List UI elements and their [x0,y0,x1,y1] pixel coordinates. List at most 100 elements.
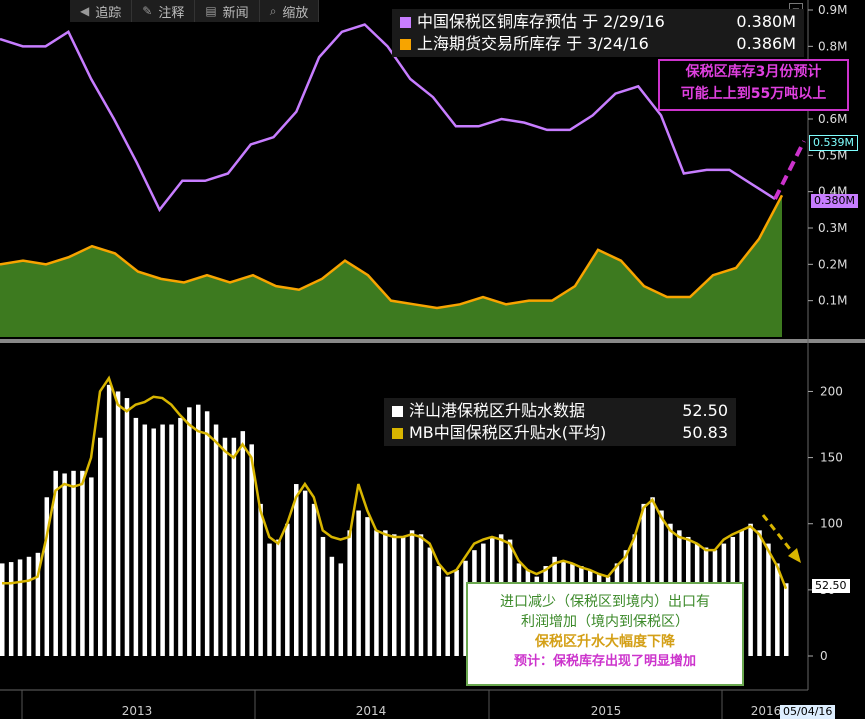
toolbar-news-label: 新闻 [222,5,249,21]
shfe-area [0,195,782,337]
premium-bar [320,536,326,656]
premium-bar [329,556,335,656]
callout-line: 利润增加（境内到保税区） [521,614,689,630]
y-tick-label: 0.9M [818,3,847,17]
premium-bar [106,384,112,656]
legend-swatch-gold [392,427,403,439]
y-tick-label: 100 [820,517,843,531]
premium-bar [231,437,237,656]
premium-bar [240,431,246,656]
premium-bar [775,563,780,656]
premium-bar [784,583,789,656]
premium-bar [365,517,370,656]
premium-bar [356,510,361,656]
premium-bar [89,477,94,656]
premium-bar [392,534,397,656]
premium-bar [445,576,450,656]
top-legend: 中国保税区铜库存预估 于 2/29/16 0.380M 上海期货交易所库存 于 3… [392,9,804,57]
premium-bar [160,424,165,656]
y-tick-label: 150 [820,451,843,465]
premium-bar [757,530,762,656]
premium-bar [249,444,254,656]
premium-bar [204,411,210,656]
y-tick-label: 0.3M [818,221,847,235]
legend-swatch-purple [400,16,411,28]
premium-bar [187,407,192,656]
toolbar: ◀ 追踪 ✎ 注释 ▤ 新闻 ⌕ 缩放 [70,0,320,22]
premium-bar [276,539,281,656]
y-tick-label: 0.6M [818,112,847,126]
premium-bar [454,570,459,656]
legend-label: 中国保税区铜库存预估 于 2/29/16 [417,12,665,31]
premium-value-tag: 52.50 [812,579,850,593]
legend-value: 0.386M [736,34,796,53]
premium-bar [8,562,14,656]
x-tick-label: 2013 [122,704,153,718]
premium-bar [383,530,388,656]
callout-line: 保税区库存3月份预计 [685,64,822,80]
premium-bar [427,547,433,656]
premium-bar [169,424,174,656]
premium-bar [267,543,272,656]
toolbar-zoom-label: 缩放 [282,5,309,21]
annotate-icon: ✎ [142,4,153,18]
legend-value: 50.83 [682,423,728,442]
premium-bar [124,398,130,656]
back-icon: ◀ [80,4,90,18]
legend-swatch-white [392,405,403,417]
premium-bar [311,503,317,656]
premium-bar [178,417,183,656]
legend-swatch-orange [400,38,411,50]
premium-bar [294,484,299,656]
premium-bar [80,470,85,656]
toolbar-annotate-label: 注释 [158,5,185,21]
premium-bar [285,523,290,656]
y-tick-label: 0.2M [818,257,847,271]
x-tick-label: 2016 [751,704,782,718]
toolbar-news-button[interactable]: ▤ 新闻 [195,0,260,22]
zoom-icon: ⌕ [269,3,277,18]
callout-line: 预计：保税库存出现了明显增加 [513,654,696,669]
bottom-legend-row-2: MB中国保税区升贴水(平均) 50.83 [392,422,728,444]
toolbar-back-button[interactable]: ◀ 追踪 [70,0,133,22]
forecast-callout: 保税区库存3月份预计 可能上上到55万吨以上 [658,59,849,111]
premium-bar [347,530,352,656]
legend-label: 洋山港保税区升贴水数据 [409,401,586,420]
legend-label: MB中国保税区升贴水(平均) [409,423,607,442]
premium-bar [409,530,415,656]
premium-bar [222,437,228,656]
callout-line: 进口减少（保税区到境内）出口有 [500,594,710,610]
toolbar-back-label: 追踪 [95,5,122,21]
legend-label: 上海期货交易所库存 于 3/24/16 [417,34,649,53]
down-arrow-head [788,548,801,563]
premium-bar [17,559,23,656]
top-legend-row-1: 中国保税区铜库存预估 于 2/29/16 0.380M [400,11,796,33]
premium-bar [766,543,771,656]
premium-bar [400,536,406,656]
forecast-dashed-line [773,140,806,200]
premium-bar [26,556,32,656]
y-tick-label: 0.8M [818,39,847,53]
x-tick-label: 2015 [591,704,622,718]
x-tick-label: 2014 [356,704,387,718]
y-tick-label: 200 [820,384,843,398]
premium-bar [71,470,76,656]
toolbar-annotate-button[interactable]: ✎ 注释 [132,0,196,22]
premium-bar [196,404,201,656]
panel-divider [0,339,865,343]
bottom-legend: 洋山港保税区升贴水数据 52.50 MB中国保税区升贴水(平均) 50.83 [384,398,736,446]
legend-value: 52.50 [682,401,728,420]
premium-bar [98,437,103,656]
callout-line: 可能上上到55万吨以上 [680,86,827,102]
premium-bar [0,563,5,656]
toolbar-zoom-button[interactable]: ⌕ 缩放 [260,0,320,22]
current-value-tag: 0.380M [811,194,858,208]
top-legend-row-2: 上海期货交易所库存 于 3/24/16 0.386M [400,33,796,55]
forecast-value-tag: 0.539M [809,135,858,151]
y-tick-label: 0.1M [818,294,847,308]
date-tag: 05/04/16 [780,705,836,719]
premium-bar [213,424,219,656]
premium-bar [115,391,121,656]
bottom-legend-row-1: 洋山港保税区升贴水数据 52.50 [392,400,728,422]
premium-bar [374,530,379,656]
